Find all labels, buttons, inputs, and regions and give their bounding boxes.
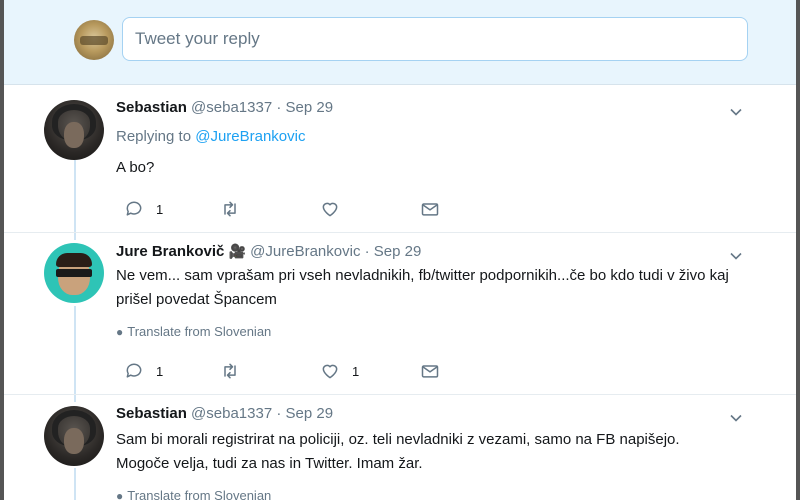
avatar[interactable]: [44, 100, 104, 160]
chevron-down-icon[interactable]: [730, 250, 742, 262]
tweet-header: Jure Brankovič 🎥 @JureBrankovic · Sep 29: [116, 243, 421, 260]
author-name[interactable]: Sebastian: [116, 405, 187, 422]
thread-line: [74, 160, 76, 240]
reply-input[interactable]: [122, 17, 748, 61]
separator: ·: [276, 99, 282, 116]
thread-line: [74, 468, 76, 500]
window-frame-right: [796, 0, 800, 500]
translate-label: Translate from Slovenian: [127, 488, 272, 503]
tweet-date[interactable]: Sep 29: [286, 405, 334, 422]
heart-icon: [322, 364, 338, 379]
envelope-icon: [421, 203, 439, 216]
reply-composer: [4, 0, 796, 85]
author-handle[interactable]: @JureBrankovic: [250, 243, 360, 260]
chevron-down-icon[interactable]: [730, 412, 742, 424]
tweet-text: Ne vem... sam vprašam pri vseh nevladnik…: [116, 267, 729, 308]
globe-icon: ●: [116, 325, 124, 339]
divider: [4, 394, 796, 395]
reply-count: 1: [156, 201, 164, 217]
like-button[interactable]: 1: [320, 359, 359, 383]
user-avatar[interactable]: [74, 20, 114, 60]
author-name[interactable]: Jure Brankovič: [116, 243, 224, 260]
tweet-text: A bo?: [116, 159, 155, 176]
reply-count: 1: [156, 363, 164, 379]
reply-icon: [126, 363, 142, 378]
retweet-button[interactable]: [220, 359, 252, 383]
replying-to: Replying to @JureBrankovic: [116, 128, 306, 145]
avatar[interactable]: [44, 243, 104, 303]
heart-icon: [322, 202, 338, 217]
chevron-down-icon[interactable]: [730, 106, 742, 118]
retweet-button[interactable]: [220, 197, 252, 221]
tweet-text: Sam bi morali registrirat na policiji, o…: [116, 431, 680, 472]
like-button[interactable]: [320, 197, 352, 221]
tweet-actions: 1 1: [116, 359, 476, 383]
envelope-icon: [421, 365, 439, 378]
tweet-header: Sebastian @seba1337 · Sep 29: [116, 99, 333, 116]
thread-line: [74, 306, 76, 402]
like-count: 1: [352, 363, 360, 379]
author-name[interactable]: Sebastian: [116, 99, 187, 116]
reply-button[interactable]: 1: [124, 197, 163, 221]
translate-link[interactable]: ● Translate from Slovenian: [116, 488, 271, 503]
author-handle[interactable]: @seba1337: [191, 99, 272, 116]
tweet-date[interactable]: Sep 29: [286, 99, 334, 116]
translate-label: Translate from Slovenian: [127, 324, 272, 339]
divider: [4, 232, 796, 233]
retweet-icon: [224, 201, 236, 217]
movie-camera-icon: 🎥: [228, 243, 246, 259]
tweet-actions: 1: [116, 197, 476, 221]
reply-icon: [126, 201, 142, 216]
direct-message-button[interactable]: [420, 359, 440, 383]
separator: ·: [364, 243, 370, 260]
replying-mention[interactable]: @JureBrankovic: [195, 128, 305, 145]
globe-icon: ●: [116, 489, 124, 503]
author-handle[interactable]: @seba1337: [191, 405, 272, 422]
tweet-header: Sebastian @seba1337 · Sep 29: [116, 405, 333, 422]
direct-message-button[interactable]: [420, 197, 440, 221]
retweet-icon: [224, 363, 236, 379]
translate-link[interactable]: ● Translate from Slovenian: [116, 324, 271, 339]
avatar[interactable]: [44, 406, 104, 466]
tweet-date[interactable]: Sep 29: [374, 243, 422, 260]
reply-button[interactable]: 1: [124, 359, 163, 383]
replying-prefix: Replying to: [116, 128, 192, 145]
separator: ·: [276, 405, 282, 422]
